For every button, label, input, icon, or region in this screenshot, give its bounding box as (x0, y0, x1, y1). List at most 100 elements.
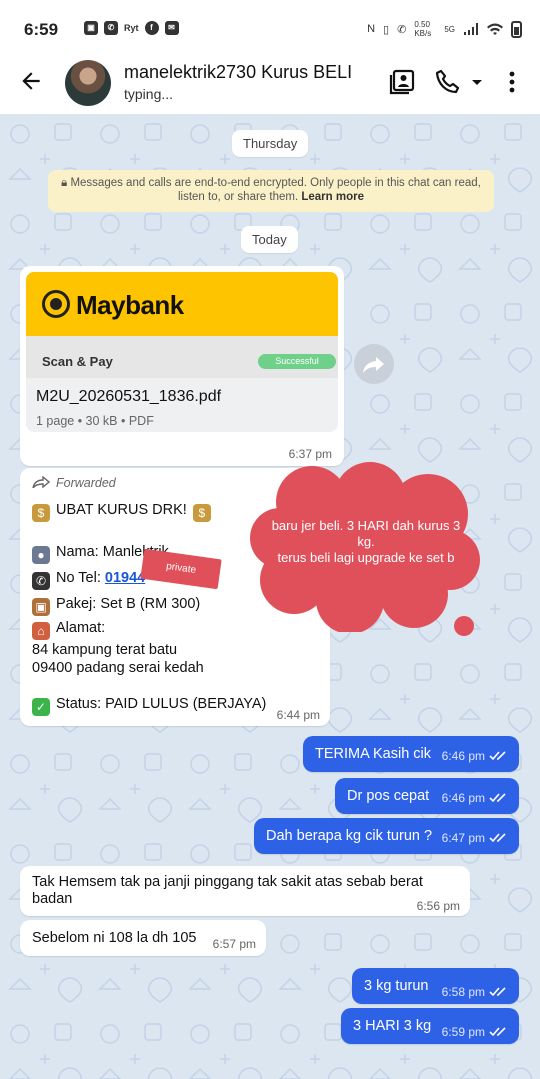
app-icon: Ryt (124, 23, 139, 33)
scan-pay-label: Scan & Pay (42, 354, 113, 369)
person-icon: ● (32, 546, 50, 564)
message-meta: 6:59 pm (442, 1025, 509, 1039)
phone-number-link[interactable]: 01944 (105, 570, 145, 586)
message-text: Dah berapa kg cik turun ? (266, 828, 433, 844)
order-status-text: Status: PAID LULUS (BERJAYA) (56, 696, 267, 712)
learn-more-link[interactable]: Learn more (301, 191, 364, 203)
message-time: 6:56 pm (416, 899, 460, 913)
message-bubble-out[interactable]: Dr pos cepat 6:46 pm (335, 778, 519, 814)
pdf-strip: Scan & Pay Successful (26, 336, 338, 378)
message-time: 6:44 pm (276, 708, 320, 722)
wifi-call-icon: ✆ (397, 23, 407, 36)
network-type: 5G (444, 24, 455, 34)
message-time: 6:57 pm (212, 937, 256, 951)
pdf-message[interactable]: Maybank Scan & Pay Successful M2U_202605… (20, 266, 344, 466)
date-separator: Thursday (232, 130, 309, 157)
phone-call-icon[interactable] (434, 68, 462, 96)
notification-icons: ▣ ✆ Ryt f ✉ (84, 21, 179, 35)
read-receipt-icon (489, 833, 506, 843)
message-text: Dr pos cepat (347, 788, 430, 804)
message-bubble-out[interactable]: TERIMA Kasih cik 6:46 pm (303, 736, 519, 772)
chat-header: manelektrik2730 Kurus BELI typing... (0, 58, 540, 114)
message-text: 3 kg turun (364, 978, 429, 994)
message-text: 3 HARI 3 kg (353, 1018, 432, 1034)
pdf-preview[interactable]: Maybank Scan & Pay Successful (26, 272, 338, 432)
status-time: 6:59 (24, 20, 59, 39)
notification-icon: ▣ (84, 21, 98, 35)
forwarded-text: Forwarded (56, 476, 116, 490)
message-bubble-out[interactable]: 3 kg turun 6:58 pm (352, 968, 519, 1004)
battery-icon (511, 20, 522, 38)
call-dropdown-icon[interactable] (468, 68, 486, 96)
money-bag-icon: $ (32, 504, 50, 522)
money-bag-icon: $ (192, 504, 211, 522)
facebook-icon: f (144, 21, 159, 35)
chat-area[interactable]: Thursday 🔒︎ Messages and calls are end-t… (0, 114, 540, 1079)
status-bar: 6:59 ▣ ✆ Ryt f ✉ N ▯ ✆ 0.50 KB/s 5G (0, 0, 540, 58)
message-meta: 6:58 pm (442, 985, 509, 999)
message-time: 6:59 pm (441, 1025, 485, 1039)
annotation-dot (454, 616, 474, 636)
address-line-1: 84 kampung terat batu (32, 642, 178, 658)
message-meta: 6:46 pm (442, 791, 509, 805)
pdf-info: 1 page • 30 kB • PDF (36, 414, 154, 428)
message-time: 6:47 pm (441, 831, 485, 845)
forward-button[interactable] (354, 344, 394, 384)
maybank-logo-icon (42, 290, 70, 318)
message-bubble-out[interactable]: 3 HARI 3 kg 6:59 pm (341, 1008, 519, 1044)
vibrate-icon: ▯ (383, 23, 390, 36)
encryption-notice[interactable]: 🔒︎ Messages and calls are end-to-end enc… (48, 170, 494, 212)
message-time: 6:58 pm (441, 985, 485, 999)
phone-label: No Tel: (56, 570, 105, 586)
data-speed: 0.50 KB/s (414, 20, 432, 38)
order-status: ✓ Status: PAID LULUS (BERJAYA) (32, 696, 266, 716)
order-title: $ UBAT KURUS DRK! $ (32, 502, 217, 522)
nfc-icon: N (367, 23, 376, 35)
typing-status: typing... (124, 86, 174, 102)
address-line-2: 09400 padang serai kedah (32, 660, 204, 676)
message-bubble-out[interactable]: Dah berapa kg cik turun ? 6:47 pm (254, 818, 519, 854)
message-bubble-in[interactable]: Tak Hemsem tak pa janji pinggang tak sak… (20, 866, 470, 916)
contact-card-icon[interactable] (388, 68, 416, 96)
address-label-text: Alamat: (56, 620, 106, 636)
message-time: 6:46 pm (441, 791, 485, 805)
forwarded-icon (32, 475, 51, 489)
encryption-text: Messages and calls are end-to-end encryp… (70, 177, 481, 203)
read-receipt-icon (489, 1027, 506, 1037)
maybank-banner: Maybank (26, 272, 338, 336)
success-badge: Successful (258, 354, 336, 369)
order-phone: ✆ No Tel: 01944 (32, 570, 145, 590)
order-address-label: ⌂ Alamat: (32, 620, 105, 640)
contact-avatar[interactable] (65, 60, 111, 106)
message-text: TERIMA Kasih cik (315, 746, 432, 762)
message-bubble-in[interactable]: Sebelom ni 108 la dh 105 6:57 pm (20, 920, 266, 956)
message-text: Tak Hemsem tak pa janji pinggang tak sak… (32, 874, 423, 907)
message-text: Sebelom ni 108 la dh 105 (32, 930, 197, 946)
message-meta: 6:46 pm (442, 749, 509, 763)
message-time: 6:37 pm (288, 447, 332, 461)
message-time: 6:46 pm (441, 749, 485, 763)
order-package-text: Pakej: Set B (RM 300) (56, 596, 201, 612)
wifi-icon (487, 23, 503, 35)
package-icon: ▣ (32, 598, 50, 616)
pdf-filename: M2U_20260531_1836.pdf (36, 388, 222, 405)
order-title-text: UBAT KURUS DRK! (56, 502, 187, 518)
back-arrow-icon[interactable] (18, 68, 44, 94)
read-receipt-icon (489, 751, 506, 761)
system-icons: N ▯ ✆ 0.50 KB/s 5G (367, 20, 522, 38)
more-options-icon[interactable] (500, 68, 524, 96)
order-package: ▣ Pakej: Set B (RM 300) (32, 596, 200, 616)
read-receipt-icon (489, 987, 506, 997)
phone-app-icon: ✆ (104, 21, 118, 35)
signal-icon (464, 23, 478, 35)
house-icon: ⌂ (32, 622, 50, 640)
check-mark-icon: ✓ (32, 698, 50, 716)
message-meta: 6:47 pm (442, 831, 509, 845)
forward-icon (363, 357, 384, 373)
date-separator: Today (241, 226, 298, 253)
brand-name: Maybank (76, 290, 184, 320)
contact-name[interactable]: manelektrik2730 Kurus BELI (124, 62, 352, 83)
annotation-text: baru jer beli. 3 HARI dah kurus 3 kg. te… (271, 518, 461, 565)
forwarded-label: Forwarded (32, 475, 116, 490)
telephone-icon: ✆ (32, 572, 50, 590)
